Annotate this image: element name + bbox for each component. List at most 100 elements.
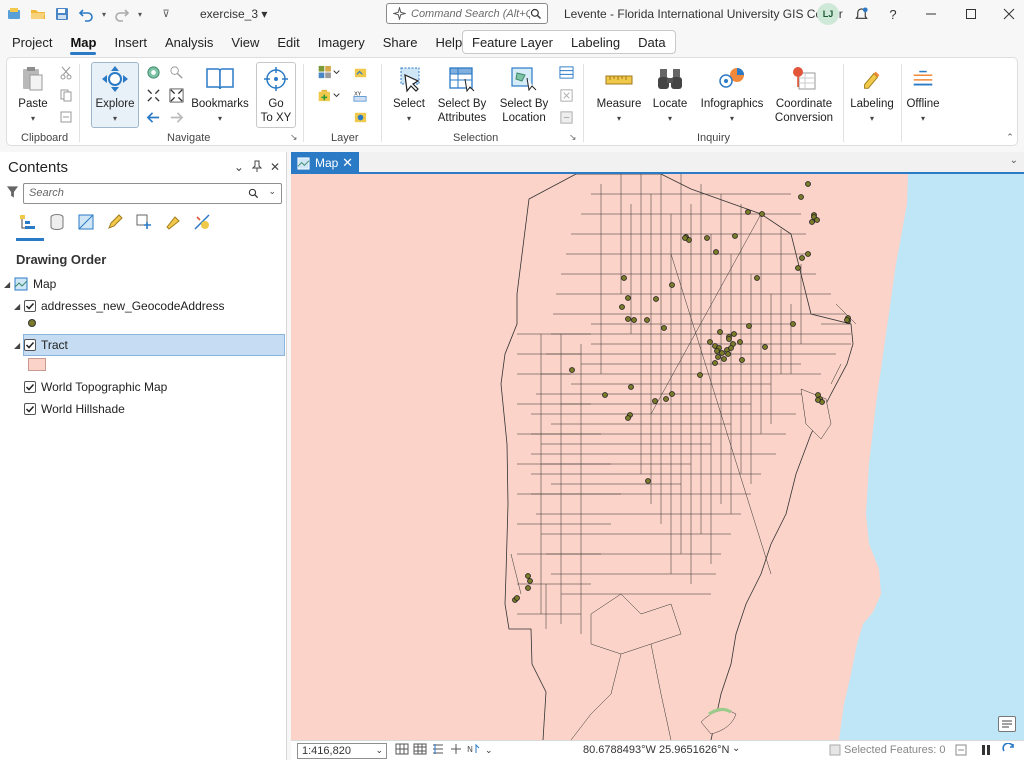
visibility-checkbox[interactable] <box>24 403 36 415</box>
editing-view-icon[interactable] <box>105 212 125 232</box>
scale-selector[interactable]: 1:416,820 ⌄ <box>297 742 387 759</box>
snapping-toggle-icon[interactable] <box>449 743 463 758</box>
visibility-checkbox[interactable] <box>24 339 36 351</box>
save-project-icon[interactable] <box>50 2 74 26</box>
collapse-triangle-icon[interactable]: ◢ <box>14 341 24 350</box>
tab-labeling[interactable]: Labeling <box>562 35 629 50</box>
copy-icon[interactable] <box>57 86 75 104</box>
toc-layer-tract[interactable]: ◢ Tract <box>14 335 68 355</box>
pane-options-icon[interactable]: ⌄ <box>234 160 244 175</box>
pause-drawing-icon[interactable] <box>980 744 992 759</box>
search-options-chevron-icon[interactable]: ⌄ <box>268 186 276 197</box>
map-canvas[interactable] <box>291 174 1024 740</box>
attributes-pane-icon[interactable] <box>557 63 575 81</box>
polygon-symbol-swatch[interactable] <box>28 358 46 371</box>
minimize-icon[interactable] <box>916 2 946 26</box>
labeling-view-icon[interactable] <box>163 212 183 232</box>
status-tools-dropdown-icon[interactable]: ⌄ <box>485 745 493 756</box>
toc-layer-hillshade[interactable]: World Hillshade <box>24 399 125 419</box>
map-svg[interactable] <box>291 174 1024 740</box>
point-symbol-swatch[interactable] <box>28 319 36 327</box>
drawing-order-icon[interactable] <box>18 212 38 232</box>
toc-layer-geocode[interactable]: ◢ addresses_new_GeocodeAddress <box>14 296 224 316</box>
cut-icon[interactable] <box>57 64 75 82</box>
help-icon[interactable]: ? <box>878 2 908 26</box>
copy-path-icon[interactable] <box>57 108 75 126</box>
add-graphics-layer-icon[interactable] <box>351 108 369 126</box>
locate-button[interactable]: Locate ▾ <box>649 64 691 126</box>
snapping-view-icon[interactable] <box>134 212 154 232</box>
pane-close-icon[interactable]: ✕ <box>270 160 280 175</box>
selection-view-icon[interactable] <box>76 212 96 232</box>
table-grid-icon[interactable] <box>413 743 427 758</box>
tab-analysis[interactable]: Analysis <box>156 28 222 56</box>
add-data-icon[interactable] <box>315 86 343 104</box>
zoom-in-fixed-icon[interactable] <box>144 86 162 104</box>
tab-map-view[interactable]: Map ✕ <box>291 152 359 174</box>
xy-table-icon[interactable]: XY <box>351 86 369 104</box>
undo-icon[interactable] <box>74 2 98 26</box>
new-project-icon[interactable] <box>2 2 26 26</box>
toc-map[interactable]: ◢ Map <box>4 274 56 294</box>
tab-edit[interactable]: Edit <box>268 28 308 56</box>
rotation-icon[interactable] <box>431 743 445 758</box>
select-by-location-button[interactable]: Select By Location <box>495 64 553 125</box>
forward-arrow-icon[interactable] <box>167 108 185 126</box>
coordinate-format-dropdown-icon[interactable]: ⌄ <box>732 743 740 754</box>
charts-view-icon[interactable] <box>192 212 212 232</box>
clear-selection-icon[interactable] <box>557 108 575 126</box>
zoom-out-fixed-icon[interactable] <box>167 86 185 104</box>
select-by-attributes-button[interactable]: Select By Attributes <box>433 64 491 125</box>
refresh-cache-icon[interactable] <box>955 744 967 759</box>
add-preset-icon[interactable] <box>351 63 369 81</box>
tab-project[interactable]: Project <box>3 28 61 56</box>
bookmarks-button[interactable]: Bookmarks ▾ <box>191 64 249 126</box>
project-name[interactable]: exercise_3 ▾ <box>200 7 267 21</box>
pin-icon[interactable] <box>251 160 263 175</box>
collapse-triangle-icon[interactable]: ◢ <box>4 280 14 289</box>
filter-icon[interactable] <box>6 185 19 202</box>
collapse-triangle-icon[interactable]: ◢ <box>14 302 24 311</box>
coordinate-conversion-button[interactable]: Coordinate Conversion <box>771 64 837 125</box>
tract-land-polygon[interactable] <box>291 174 908 740</box>
tab-feature-layer[interactable]: Feature Layer <box>463 35 562 50</box>
full-extent-icon[interactable] <box>144 63 162 81</box>
notifications-icon[interactable] <box>846 2 876 26</box>
selection-launcher-icon[interactable]: ↘ <box>569 132 577 143</box>
infographics-button[interactable]: Infographics ▾ <box>697 64 767 126</box>
grid-icon[interactable] <box>395 743 409 758</box>
visibility-checkbox[interactable] <box>24 300 36 312</box>
select-button[interactable]: Select ▾ <box>391 64 427 126</box>
paste-button[interactable]: Paste ▾ <box>17 64 49 126</box>
basemap-icon[interactable] <box>315 63 343 81</box>
data-source-icon[interactable] <box>47 212 67 232</box>
tab-imagery[interactable]: Imagery <box>309 28 374 56</box>
avatar[interactable]: LJ <box>817 3 839 25</box>
tab-insert[interactable]: Insert <box>105 28 156 56</box>
collapse-ribbon-icon[interactable]: ⌃ <box>1001 128 1019 146</box>
close-icon[interactable] <box>994 2 1024 26</box>
redo-dropdown-icon[interactable]: ▾ <box>134 2 146 26</box>
refresh-map-icon[interactable] <box>1002 742 1016 760</box>
labeling-button[interactable]: Labeling ▾ <box>849 64 895 126</box>
open-project-icon[interactable] <box>26 2 50 26</box>
visibility-checkbox[interactable] <box>24 381 36 393</box>
back-arrow-icon[interactable] <box>144 108 162 126</box>
offline-button[interactable]: Offline ▾ <box>903 64 943 126</box>
north-arrow-icon[interactable]: N <box>467 743 483 758</box>
tab-map[interactable]: Map <box>61 28 105 56</box>
tab-share[interactable]: Share <box>374 28 427 56</box>
redo-icon[interactable] <box>110 2 134 26</box>
undo-dropdown-icon[interactable]: ▾ <box>98 2 110 26</box>
signed-in-user[interactable]: Levente - Florida International Universi… <box>564 7 843 21</box>
map-overview-icon[interactable] <box>998 716 1016 732</box>
goto-xy-button[interactable]: Go To XY <box>258 64 294 125</box>
fixed-zoom-icon[interactable] <box>167 63 185 81</box>
command-search-box[interactable]: Command Search (Alt+Q) <box>386 3 548 24</box>
explore-button[interactable]: Explore ▾ <box>93 64 137 126</box>
measure-button[interactable]: Measure ▾ <box>593 64 645 126</box>
contents-search-input[interactable]: Search ⌄ <box>23 182 282 204</box>
tab-view[interactable]: View <box>222 28 268 56</box>
scale-dropdown-icon[interactable]: ⌄ <box>375 745 383 756</box>
map-tab-close-icon[interactable]: ✕ <box>342 155 353 171</box>
